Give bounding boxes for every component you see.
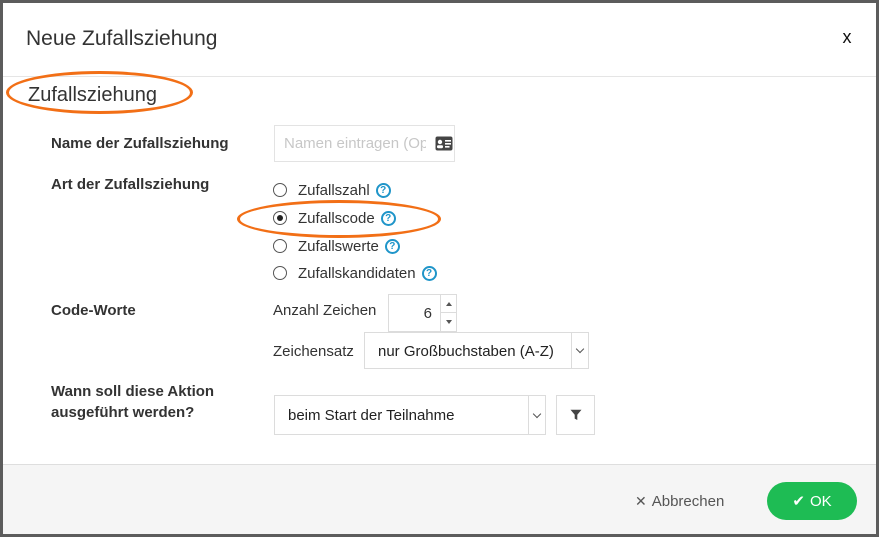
help-icon[interactable]: ? (375, 182, 391, 198)
close-button[interactable]: x (837, 25, 857, 49)
dialog-header: Neue Zufallsziehung x (3, 3, 876, 77)
stepper-up-button[interactable] (441, 295, 456, 313)
action-timing-select-value: beim Start der Teilnahme (288, 407, 455, 424)
dialog: Neue Zufallsziehung x Zufallsziehung Nam… (0, 0, 879, 537)
triangle-down-icon (445, 320, 452, 324)
chevron-down-icon[interactable] (571, 333, 588, 368)
char-count-value[interactable]: 6 (424, 305, 432, 322)
filter-icon (570, 409, 581, 420)
ok-button[interactable]: ✔ OK (767, 482, 857, 520)
action-timing-label-line1: Wann soll diese Aktion (51, 383, 215, 400)
charset-label: Zeichensatz (273, 343, 354, 360)
ok-button-label: OK (809, 492, 832, 510)
radio-option-zufallswerte[interactable]: Zufallswerte ? (273, 236, 400, 256)
radio-button[interactable] (273, 239, 287, 253)
draw-type-label: Art der Zufallsziehung (51, 176, 210, 193)
checkmark-icon: ✔ (792, 493, 805, 510)
radio-label: Zufallszahl (298, 181, 370, 199)
section-title: Zufallsziehung (28, 84, 157, 106)
radio-button[interactable] (273, 183, 287, 197)
name-field-label: Name der Zufallsziehung (51, 135, 229, 152)
action-timing-select[interactable]: beim Start der Teilnahme (274, 395, 546, 435)
id-card-icon (435, 136, 453, 151)
char-count-label: Anzahl Zeichen (273, 302, 377, 319)
triangle-up-icon (445, 301, 452, 306)
help-icon[interactable]: ? (380, 210, 396, 226)
dialog-title: Neue Zufallsziehung (26, 27, 218, 50)
name-input[interactable] (274, 125, 455, 162)
close-icon: ✕ (635, 492, 647, 509)
charset-select[interactable]: nur Großbuchstaben (A-Z) (364, 332, 589, 369)
help-icon[interactable]: ? (421, 265, 437, 281)
radio-label: Zufallscode (298, 209, 375, 227)
cancel-button-label: Abbrechen (651, 492, 725, 510)
radio-option-zufallszahl[interactable]: Zufallszahl ? (273, 180, 391, 200)
charset-select-value: nur Großbuchstaben (A-Z) (378, 343, 554, 360)
radio-option-zufallscode[interactable]: Zufallscode ? (273, 208, 396, 228)
stepper-buttons (440, 295, 456, 331)
code-words-label: Code-Worte (51, 302, 136, 319)
radio-button[interactable] (273, 266, 287, 280)
radio-button-selected[interactable] (273, 211, 287, 225)
char-count-stepper[interactable]: 6 (388, 294, 457, 332)
radio-option-zufallskandidaten[interactable]: Zufallskandidaten ? (273, 263, 437, 283)
filter-button[interactable] (556, 395, 595, 435)
cancel-button[interactable]: ✕ Abbrechen (635, 490, 724, 512)
chevron-down-icon[interactable] (528, 396, 545, 434)
action-timing-label-line2: ausgeführt werden? (51, 404, 195, 421)
radio-label: Zufallskandidaten (298, 264, 416, 282)
stepper-down-button[interactable] (441, 313, 456, 331)
radio-label: Zufallswerte (298, 237, 379, 255)
help-icon[interactable]: ? (384, 238, 400, 254)
dialog-footer: ✕ Abbrechen ✔ OK (3, 464, 876, 534)
